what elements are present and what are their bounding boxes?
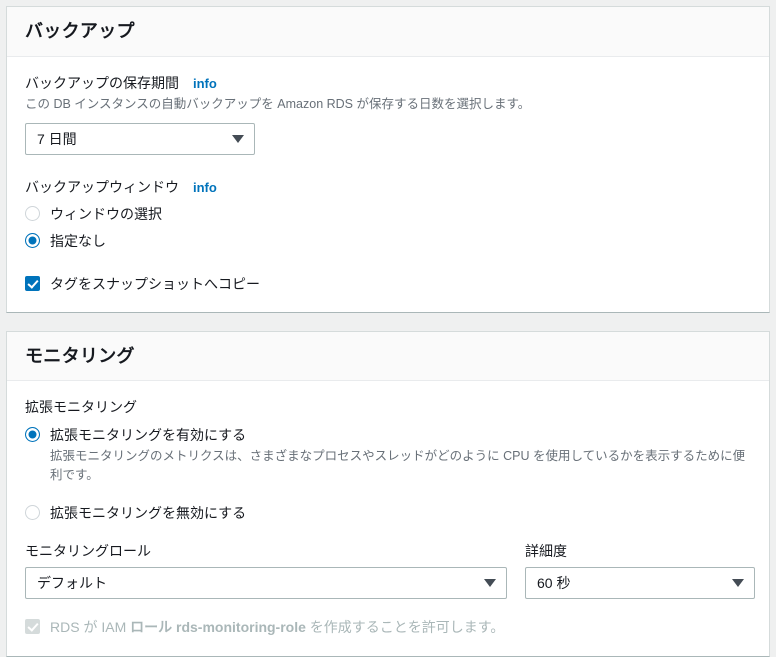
enhanced-monitoring-field: 拡張モニタリング 拡張モニタリングを有効にする 拡張モニタリングのメトリクスは、… [25,397,751,523]
backup-retention-selected-value: 7 日間 [37,130,77,147]
monitoring-role-selected-value: デフォルト [37,575,107,592]
monitoring-panel-title: モニタリング [25,345,135,366]
backup-panel: バックアップ バックアップの保存期間 info この DB インスタンスの自動バ… [6,6,770,313]
radio-checked-icon [25,426,40,442]
chevron-down-icon [232,134,244,143]
copy-tags-to-snapshot-checkbox[interactable]: タグをスナップショットへコピー [25,274,751,294]
iam-role-permission-label: RDS が IAM ロール rds-monitoring-role を作成するこ… [50,617,504,637]
monitoring-panel-header: モニタリング [7,331,769,382]
checkbox-checked-icon [25,275,40,291]
monitoring-role-field: モニタリングロール デフォルト [25,541,507,600]
backup-retention-info-link[interactable]: info [193,76,217,91]
enhanced-monitoring-enable-label: 拡張モニタリングを有効にする [50,426,247,443]
chevron-down-icon [484,579,496,588]
backup-window-option-select[interactable]: ウィンドウの選択 [25,204,751,224]
backup-panel-title: バックアップ [25,21,135,41]
backup-window-field: バックアップウィンドウ info ウィンドウの選択 指定なし [25,177,751,252]
monitoring-panel: モニタリング 拡張モニタリング 拡張モニタリングを有効にする 拡張モニタリングの… [6,330,770,657]
backup-panel-body: バックアップの保存期間 info この DB インスタンスの自動バックアップを … [7,57,769,312]
backup-retention-select[interactable]: 7 日間 [25,122,255,155]
iam-role-permission-text-before: RDS が IAM [50,619,131,636]
backup-window-label: バックアップウィンドウ [25,178,179,195]
settings-page: バックアップ バックアップの保存期間 info この DB インスタンスの自動バ… [0,0,776,657]
backup-panel-header: バックアップ [7,7,769,57]
enhanced-monitoring-enable-option[interactable]: 拡張モニタリングを有効にする [25,425,751,445]
enhanced-monitoring-disable-option[interactable]: 拡張モニタリングを無効にする [25,503,751,523]
backup-retention-label: バックアップの保存期間 [25,74,179,91]
backup-window-option-none-label: 指定なし [50,233,106,250]
backup-retention-field: バックアップの保存期間 info この DB インスタンスの自動バックアップを … [25,73,751,155]
monitoring-role-select[interactable]: デフォルト [25,567,507,600]
radio-checked-icon [25,233,40,249]
checkbox-checked-disabled-icon [25,619,40,635]
backup-retention-description: この DB インスタンスの自動バックアップを Amazon RDS が保存する日… [25,96,531,111]
enhanced-monitoring-label: 拡張モニタリング [25,399,137,416]
radio-icon [25,504,40,520]
granularity-label: 詳細度 [525,543,567,560]
iam-role-permission-checkbox: RDS が IAM ロール rds-monitoring-role を作成するこ… [25,617,751,637]
enhanced-monitoring-enable-description: 拡張モニタリングのメトリクスは、さまざまなプロセスやスレッドがどのように CPU… [50,449,746,483]
chevron-down-icon [732,579,744,588]
monitoring-role-label: モニタリングロール [25,543,151,560]
backup-window-option-none[interactable]: 指定なし [25,231,751,251]
backup-window-info-link[interactable]: info [193,180,217,195]
backup-retention-label-row: バックアップの保存期間 info [25,73,751,93]
granularity-selected-value: 60 秒 [537,575,571,592]
granularity-select[interactable]: 60 秒 [525,567,755,600]
enhanced-monitoring-disable-label: 拡張モニタリングを無効にする [50,504,247,521]
granularity-field: 詳細度 60 秒 [525,541,755,600]
radio-icon [25,205,40,221]
iam-role-permission-role-name: ロール rds-monitoring-role [130,619,310,636]
iam-role-permission-text-after: を作成することを許可します。 [309,619,505,636]
copy-tags-to-snapshot-label: タグをスナップショットへコピー [50,275,260,292]
monitoring-selects-row: モニタリングロール デフォルト 詳細度 60 秒 [25,541,755,600]
backup-window-label-row: バックアップウィンドウ info [25,177,751,197]
monitoring-panel-body: 拡張モニタリング 拡張モニタリングを有効にする 拡張モニタリングのメトリクスは、… [7,381,769,655]
backup-window-option-select-label: ウィンドウの選択 [50,205,162,222]
